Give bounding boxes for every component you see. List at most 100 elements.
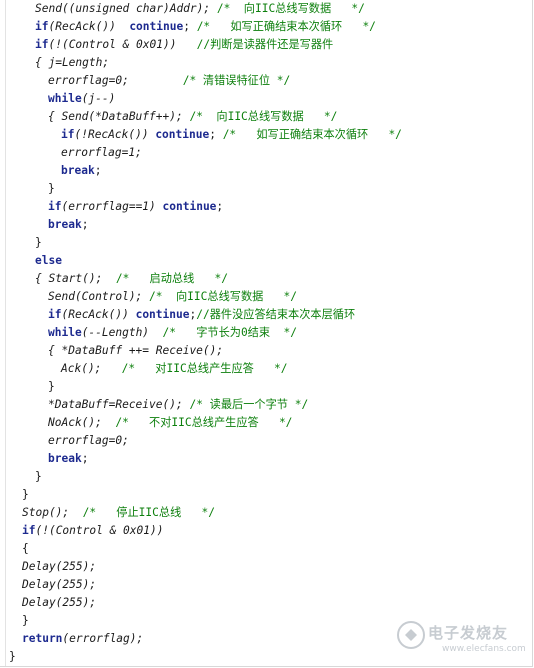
code-comment: /* 对IIC总线产生应答 */ (121, 362, 288, 375)
code-comment: //器件没应答结束本次本层循环 (196, 308, 356, 321)
code-keyword: if (61, 128, 75, 141)
code-token: } (48, 380, 55, 393)
code-line: while(j--) (48, 90, 115, 108)
code-token: errorflag=1; (61, 146, 142, 159)
logo-icon (397, 621, 425, 649)
code-line: Delay(255); (22, 576, 96, 594)
code-panel: Send((unsigned char)Addr); /* 向IIC总线写数据 … (0, 0, 533, 667)
code-line: } (35, 234, 42, 252)
code-token: NoAck(); (48, 416, 116, 429)
code-token: ; (209, 128, 223, 141)
code-line: if(!(Control & 0x01)) //判断是读器件还是写器件 (35, 36, 333, 54)
code-token: (j--) (81, 92, 116, 105)
code-token: { (22, 542, 29, 555)
code-token: *DataBuff=Receive(); (48, 398, 190, 411)
code-line: break; (61, 162, 101, 180)
code-keyword: return (22, 632, 63, 645)
code-keyword: break (48, 452, 82, 465)
code-line: while(--Length) /* 字节长为0结束 */ (48, 324, 297, 342)
code-comment: //判断是读器件还是写器件 (196, 38, 334, 51)
code-line: NoAck(); /* 不对IIC总线产生应答 */ (48, 414, 292, 432)
code-token: (!RecAck()) (74, 128, 156, 141)
code-comment: /* 向IIC总线写数据 */ (189, 110, 338, 123)
code-token: { j=Length; (35, 56, 110, 69)
code-line: Stop(); /* 停止IIC总线 */ (22, 504, 215, 522)
code-comment: /* 字节长为0结束 */ (162, 326, 297, 339)
code-keyword: if (48, 200, 62, 213)
code-line: else (35, 252, 62, 270)
code-line: } (22, 612, 29, 630)
code-keyword: if (35, 38, 49, 51)
code-keyword: else (35, 254, 62, 267)
code-token: ; (183, 20, 197, 33)
code-keyword: continue (155, 128, 210, 141)
code-line: errorflag=1; (61, 144, 142, 162)
code-token: Send(Control); (48, 290, 150, 303)
watermark-text: 电子发烧友 (428, 624, 509, 642)
code-line: if(!(Control & 0x01)) (22, 522, 163, 540)
code-token: Delay(255); (22, 578, 97, 591)
code-comment: /* 停止IIC总线 */ (82, 506, 215, 519)
code-comment: /* 不对IIC总线产生应答 */ (115, 416, 293, 429)
code-keyword: if (22, 524, 36, 537)
code-token: Delay(255); (22, 560, 97, 573)
code-line: Delay(255); (22, 594, 96, 612)
code-keyword: while (48, 92, 82, 105)
code-line: Send(Control); /* 向IIC总线写数据 */ (48, 288, 297, 306)
code-token: ; (81, 452, 89, 465)
code-token: (--Length) (81, 326, 163, 339)
code-keyword: while (48, 326, 82, 339)
code-token: (errorflag); (62, 632, 144, 645)
code-line: { Start(); /* 启动总线 */ (35, 270, 228, 288)
code-line: errorflag=0; (48, 432, 129, 450)
code-token: { Send(*DataBuff++); (48, 110, 190, 123)
code-line: { j=Length; (35, 54, 109, 72)
code-token: (RecAck()) (48, 20, 130, 33)
code-token: Send((unsigned char)Addr); (35, 2, 217, 15)
code-token: } (35, 236, 42, 249)
code-keyword: break (48, 218, 82, 231)
code-line: } (9, 648, 16, 666)
code-line: } (48, 378, 55, 396)
code-line: } (22, 486, 29, 504)
code-token: ; (94, 164, 102, 177)
code-comment: /* 清错误特征位 */ (182, 74, 291, 87)
code-line: break; (48, 216, 88, 234)
code-keyword: if (48, 308, 62, 321)
code-line: if(!RecAck()) continue; /* 如写正确结束本次循环 */ (61, 126, 402, 144)
code-line: } (48, 180, 55, 198)
code-line: } (35, 468, 42, 486)
code-token: (!(Control & 0x01)) (35, 524, 164, 537)
code-token: } (9, 650, 16, 663)
code-line: { Send(*DataBuff++); /* 向IIC总线写数据 */ (48, 108, 337, 126)
code-token: (errorflag==1) (61, 200, 163, 213)
code-token: } (22, 488, 29, 501)
code-token: ; (81, 218, 89, 231)
code-comment: /* 向IIC总线写数据 */ (216, 2, 365, 15)
code-comment: /* 如写正确结束本次循环 */ (196, 20, 376, 33)
code-block: Send((unsigned char)Addr); /* 向IIC总线写数据 … (0, 0, 532, 666)
code-comment: /* 如写正确结束本次循环 */ (222, 128, 402, 141)
code-token: { *DataBuff ++= Receive(); (48, 344, 224, 357)
code-line: { *DataBuff ++= Receive(); (48, 342, 223, 360)
code-token: } (22, 614, 29, 627)
code-keyword: continue (135, 308, 190, 321)
code-keyword: if (35, 20, 49, 33)
code-token: { Start(); (35, 272, 116, 285)
code-line: Send((unsigned char)Addr); /* 向IIC总线写数据 … (35, 0, 365, 18)
code-token: (!(Control & 0x01)) (48, 38, 197, 51)
code-line: errorflag=0; /* 清错误特征位 */ (48, 72, 290, 90)
code-token: errorflag=0; (48, 74, 183, 87)
code-line: if(errorflag==1) continue; (48, 198, 223, 216)
code-line: Ack(); /* 对IIC总线产生应答 */ (61, 360, 288, 378)
watermark-logo: 电子发烧友 www.elecfans.com (396, 612, 530, 660)
code-line: if(RecAck()) continue;//器件没应答结束本次本层循环 (48, 306, 355, 324)
code-token: ; (216, 200, 224, 213)
code-line: Delay(255); (22, 558, 96, 576)
code-token: } (35, 470, 42, 483)
code-token: (RecAck()) (61, 308, 136, 321)
code-token: } (48, 182, 55, 195)
code-keyword: continue (162, 200, 217, 213)
code-token: Stop(); (22, 506, 83, 519)
code-token: Ack(); (61, 362, 122, 375)
